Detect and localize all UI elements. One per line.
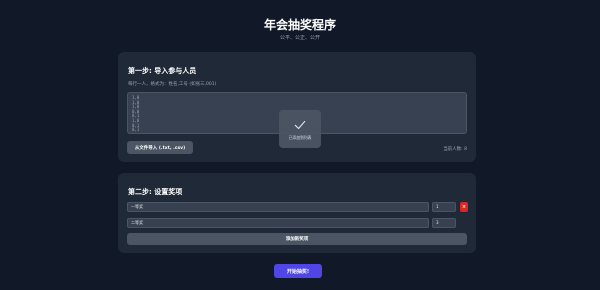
- check-icon: [294, 120, 306, 129]
- prize-name-input[interactable]: 二等奖: [127, 218, 429, 228]
- prize-row: 一等奖 1 ×: [127, 202, 469, 212]
- set-prizes-card: 第二步: 设置奖项 一等奖 1 × 二等奖 3 添加新奖项: [118, 173, 476, 253]
- prize-quantity-input[interactable]: 1: [432, 202, 456, 212]
- prize-row: 二等奖 3: [127, 218, 469, 228]
- start-draw-button[interactable]: 开始抽奖!: [274, 264, 322, 278]
- prize-name-input[interactable]: 一等奖: [127, 202, 429, 212]
- step1-title: 第一步: 导入参与人员: [128, 67, 197, 75]
- toast-message: 已添加到列表: [288, 134, 312, 140]
- import-file-button[interactable]: 从文件导入 (.txt, .csv): [127, 141, 193, 154]
- success-toast: 已添加到列表: [279, 110, 321, 148]
- participant-count: 当前人数: 8: [443, 147, 467, 152]
- app-page: 年会抽奖程序 公平、公正、公开 第一步: 导入参与人员 每行一人，格式为：姓名,…: [0, 0, 600, 290]
- page-title: 年会抽奖程序: [263, 18, 336, 32]
- step2-title: 第二步: 设置奖项: [128, 188, 183, 196]
- step1-hint: 每行一人，格式为：姓名,工号 (如张三,001): [128, 82, 217, 87]
- page-subtitle: 公平、公正、公开: [279, 35, 320, 41]
- delete-prize-button[interactable]: ×: [460, 202, 468, 212]
- add-prize-button[interactable]: 添加新奖项: [127, 233, 467, 245]
- prize-quantity-input[interactable]: 3: [432, 218, 456, 228]
